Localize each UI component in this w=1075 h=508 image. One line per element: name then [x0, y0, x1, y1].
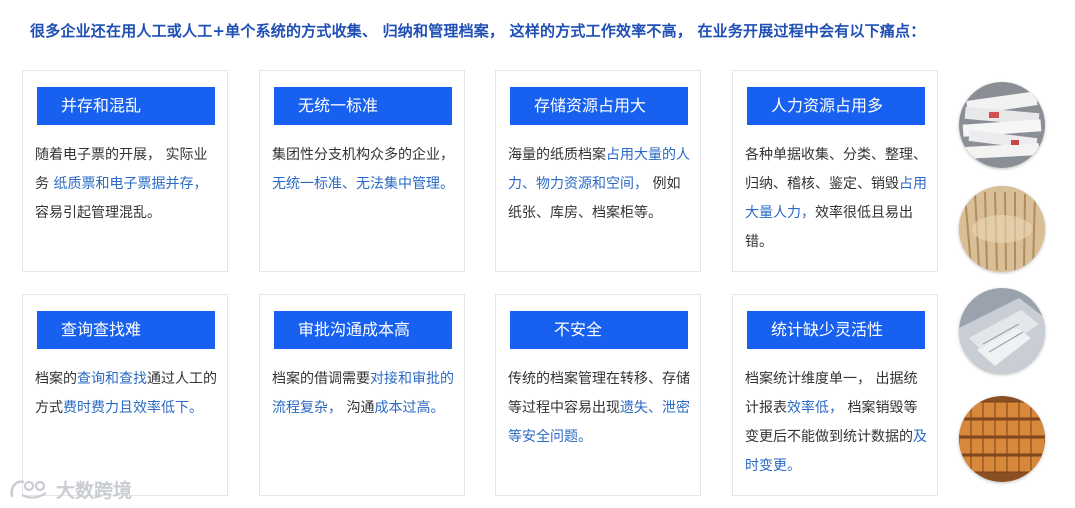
text-run: 档案的借调需要 — [272, 371, 370, 387]
watermark-text: 大数跨境 — [56, 479, 133, 502]
card-title: 人力资源占用多 — [747, 87, 925, 125]
pain-point-card: 不安全 传统的档案管理在转移、存储等过程中容易出现遗失、泄密等安全问题。 — [495, 294, 701, 496]
card-title: 统计缺少灵活性 — [747, 311, 925, 349]
text-run: 集团性分支机构众多的企业， — [272, 147, 454, 163]
text-run: 沟通 — [342, 400, 375, 416]
card-description: 传统的档案管理在转移、存储等过程中容易出现遗失、泄密等安全问题。 — [508, 365, 692, 452]
text-run: 容易引起管理混乱。 — [35, 205, 161, 221]
archive-shelves-photo — [959, 396, 1045, 482]
card-description: 档案的查询和查找通过人工的方式费时费力且效率低下。 — [35, 365, 219, 423]
highlight-text: 效率低， — [787, 400, 843, 416]
card-description: 档案统计维度单一， 出据统计报表效率低， 档案销毁等变更后不能做到统计数据的及时… — [745, 365, 929, 481]
text-run: 海量的纸质档案 — [508, 147, 606, 163]
highlight-text: 纸质票和电子票据并存， — [53, 176, 208, 192]
card-description: 档案的借调需要对接和审批的流程复杂， 沟通成本过高。 — [272, 365, 456, 423]
text-run: 档案的 — [35, 371, 77, 387]
pain-point-card: 存储资源占用大 海量的纸质档案占用大量的人力、物力资源和空间， 例如纸张、库房、… — [495, 70, 701, 272]
pain-point-card: 无统一标准 集团性分支机构众多的企业， 无统一标准、无法集中管理。 — [259, 70, 465, 272]
watermark-logo: 大数跨境 — [8, 475, 132, 503]
brand-icon — [10, 480, 47, 499]
highlight-text: 成本过高。 — [374, 400, 445, 416]
card-title: 不安全 — [510, 311, 688, 349]
folders-photo — [959, 288, 1045, 374]
highlight-text: 无统一标准、无法集中管理。 — [272, 176, 454, 192]
card-title: 并存和混乱 — [37, 87, 215, 125]
pain-point-card: 审批沟通成本高 档案的借调需要对接和审批的流程复杂， 沟通成本过高。 — [259, 294, 465, 496]
card-title: 审批沟通成本高 — [274, 311, 452, 349]
card-description: 随着电子票的开展， 实际业务 纸质票和电子票据并存， 容易引起管理混乱。 — [35, 141, 219, 228]
rolled-documents-photo — [959, 186, 1045, 272]
pain-point-card: 人力资源占用多 各种单据收集、分类、整理、 归纳、稽核、鉴定、销毁占用大量人力，… — [732, 70, 938, 272]
headline: 很多企业还在用人工或人工+单个系统的方式收集、 归纳和管理档案， 这样的方式工作… — [30, 22, 926, 40]
card-description: 海量的纸质档案占用大量的人力、物力资源和空间， 例如纸张、库房、档案柜等。 — [508, 141, 692, 228]
card-title: 查询查找难 — [37, 311, 215, 349]
highlight-text: 费时费力且效率低下。 — [63, 400, 203, 416]
pain-point-card: 统计缺少灵活性 档案统计维度单一， 出据统计报表效率低， 档案销毁等变更后不能做… — [732, 294, 938, 496]
card-description: 各种单据收集、分类、整理、 归纳、稽核、鉴定、销毁占用大量人力，效率很低且易出错… — [745, 141, 929, 257]
pain-point-card: 并存和混乱 随着电子票的开展， 实际业务 纸质票和电子票据并存， 容易引起管理混… — [22, 70, 228, 272]
pain-point-card: 查询查找难 档案的查询和查找通过人工的方式费时费力且效率低下。 — [22, 294, 228, 496]
card-description: 集团性分支机构众多的企业， 无统一标准、无法集中管理。 — [272, 141, 456, 199]
card-title: 存储资源占用大 — [510, 87, 688, 125]
highlight-text: 查询和查找 — [77, 371, 147, 387]
card-title: 无统一标准 — [274, 87, 452, 125]
paper-stack-photo — [959, 82, 1045, 168]
